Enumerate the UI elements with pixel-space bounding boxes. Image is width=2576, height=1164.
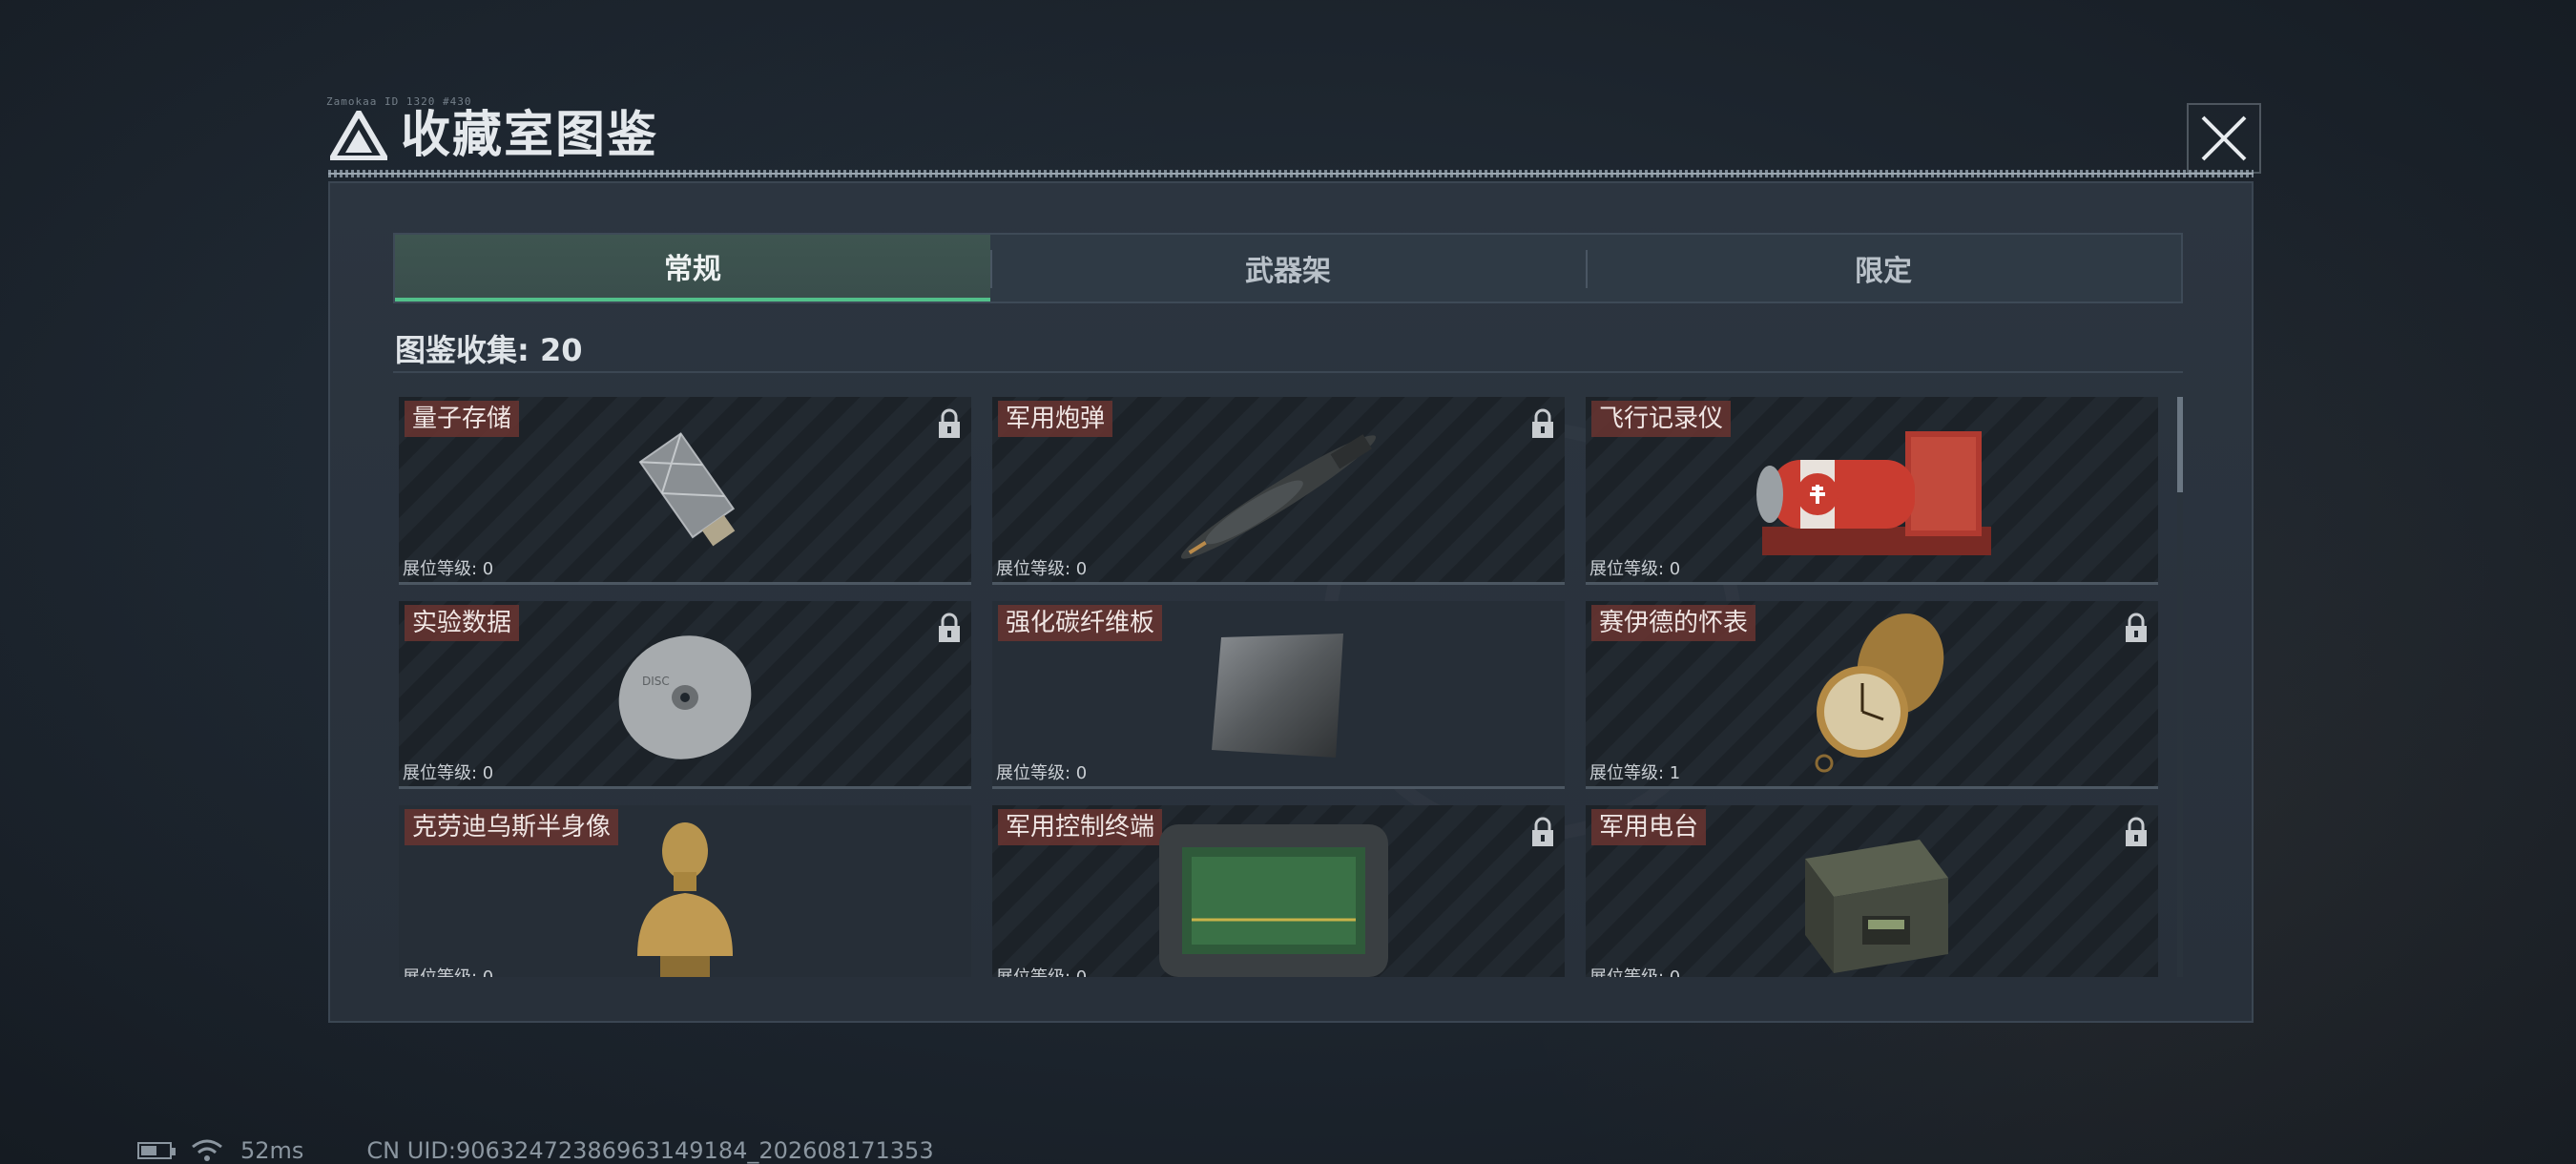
item-card-military-shell[interactable]: 军用炮弹 展位等级: 0 [992,397,1565,585]
tab-weapon-rack[interactable]: 武器架 [990,235,1586,301]
close-icon [2201,115,2247,161]
item-level: 展位等级: 0 [996,964,1087,977]
item-level: 展位等级: 1 [1589,763,1681,783]
tab-regular[interactable]: 常规 [395,235,990,301]
artillery-shell-icon [1180,434,1377,559]
item-card-experiment-data[interactable]: 实验数据 DISC 展位等级: 0 [399,601,971,789]
item-name: 强化碳纤维板 [998,605,1163,641]
item-card-quantum-storage[interactable]: 量子存储 展位等级: 0 [399,397,971,585]
item-level: 展位等级: 0 [1589,559,1681,579]
item-level: 展位等级: 0 [403,964,493,977]
item-name: 军用电台 [1591,809,1707,845]
lock-icon [939,613,960,642]
item-card-flight-recorder[interactable]: 飞行记录仪 展位等级: 0 [1586,397,2158,585]
item-grid: 量子存储 展位等级: 0 军用炮弹 展位等级: 0 飞行记录仪 展位等级: 0 … [399,397,2164,977]
item-level: 展位等级: 0 [403,763,494,783]
radio-icon [1805,840,1948,973]
close-button[interactable] [2187,103,2261,174]
bust-statue-icon [637,822,733,977]
item-level: 展位等级: 0 [996,559,1088,579]
item-level: 展位等级: 0 [996,763,1088,783]
pocket-watch-icon [1815,613,1944,773]
svg-text:DISC: DISC [642,675,670,688]
collection-panel: 常规 武器架 限定 图鉴收集: 20 量子存储 展位等级: 0 军用炮弹 展位等… [328,181,2254,1023]
item-card-military-radio[interactable]: 军用电台 展位等级: 0 [1586,805,2158,977]
carbon-fiber-plate-icon [1212,634,1343,758]
scroll-thumb[interactable] [2177,397,2183,492]
lock-icon [2126,817,2147,846]
item-card-control-terminal[interactable]: 军用控制终端 展位等级: 0 [992,805,1565,977]
collection-count: 图鉴收集: 20 [395,332,583,368]
wifi-icon [192,1139,222,1161]
item-card-pocket-watch[interactable]: 赛伊德的怀表 展位等级: 1 [1586,601,2158,789]
status-footer: 52ms CN UID:9063247238696314​9184_202608… [137,1137,934,1164]
item-card-carbon-plate[interactable]: 强化碳纤维板 展位等级: 0 [992,601,1565,789]
lock-icon [1532,408,1553,438]
collection-divider [393,371,2183,373]
lock-icon [939,408,960,438]
tab-limited[interactable]: 限定 [1586,235,2181,301]
usb-drive-icon [638,432,736,547]
item-level: 展位等级: 0 [403,559,494,579]
page-title: 收藏室图鉴 [401,107,659,164]
user-uid: CN UID:9063247238696314​9184_20260817135… [366,1137,934,1164]
dialog-header: Zamokaa ID 1320 #430 收藏室图鉴 [322,95,2261,172]
ping-value: 52ms [240,1137,304,1164]
lock-icon [1532,817,1553,846]
header-divider [328,170,2254,177]
item-name: 克劳迪乌斯半身像 [405,809,619,845]
item-name: 军用炮弹 [998,401,1113,437]
triangle-logo-icon [330,111,387,160]
item-card-claudius-bust[interactable]: 克劳迪乌斯半身像 展位等级: 0 [399,805,971,977]
item-name: 军用控制终端 [998,809,1163,845]
flight-recorder-icon [1756,431,1991,555]
item-name: 实验数据 [405,605,520,641]
item-level: 展位等级: 0 [1589,964,1680,977]
control-terminal-icon [1159,824,1388,977]
item-name: 飞行记录仪 [1591,401,1732,437]
tab-bar: 常规 武器架 限定 [393,233,2183,303]
disc-icon: DISC [618,635,752,759]
lock-icon [2126,613,2147,642]
battery-icon [137,1142,176,1159]
item-name: 量子存储 [405,401,520,437]
grid-scrollbar[interactable] [2177,397,2183,977]
item-name: 赛伊德的怀表 [1591,605,1756,641]
